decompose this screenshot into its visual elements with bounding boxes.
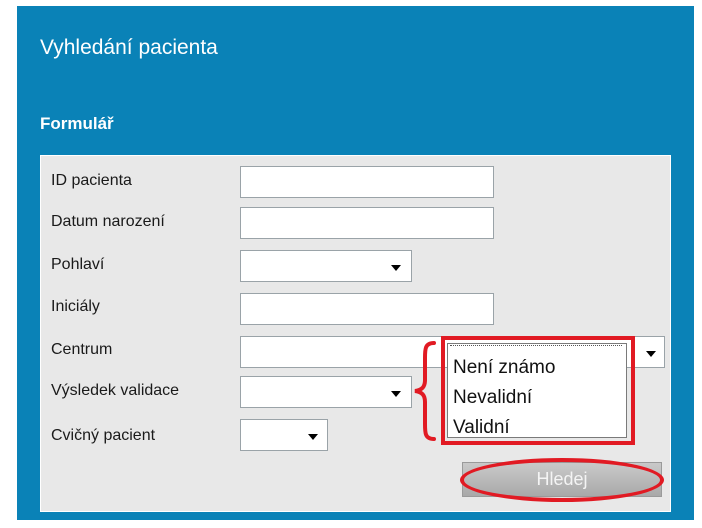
practice-patient-select[interactable] xyxy=(240,419,328,451)
page-title: Vyhledání pacienta xyxy=(40,36,218,59)
dropdown-highlight-annotation xyxy=(441,336,635,445)
chevron-down-icon xyxy=(391,265,401,271)
search-button-highlight-annotation xyxy=(460,458,664,502)
validation-result-select[interactable] xyxy=(240,376,412,408)
patient-id-label: ID pacienta xyxy=(51,172,132,189)
birth-date-input[interactable] xyxy=(240,207,494,239)
initials-input[interactable] xyxy=(240,293,494,325)
sex-label: Pohlaví xyxy=(51,256,105,273)
center-label: Centrum xyxy=(51,341,113,358)
chevron-down-icon xyxy=(391,391,401,397)
chevron-down-icon xyxy=(646,351,656,357)
form-section-title: Formulář xyxy=(40,114,114,133)
patient-id-input[interactable] xyxy=(240,166,494,198)
birth-date-label: Datum narození xyxy=(51,213,165,230)
chevron-down-icon xyxy=(308,434,318,440)
sex-select[interactable] xyxy=(240,250,412,282)
validation-result-label: Výsledek validace xyxy=(51,382,180,399)
initials-label: Iniciály xyxy=(51,298,100,315)
practice-patient-label: Cvičný pacient xyxy=(51,427,156,444)
curly-brace-annotation xyxy=(414,341,436,441)
